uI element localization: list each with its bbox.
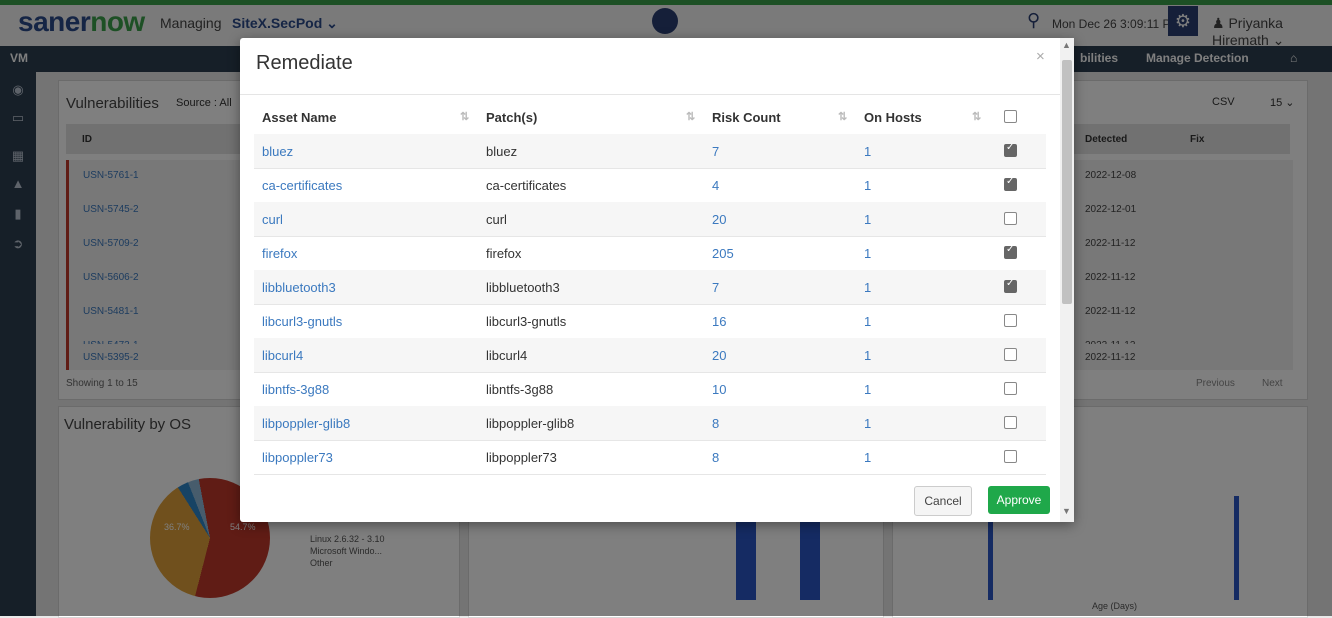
row-checkbox[interactable] bbox=[1004, 176, 1017, 191]
risk-count-link[interactable]: 20 bbox=[712, 212, 726, 227]
close-icon[interactable]: × bbox=[1036, 48, 1045, 65]
modal-divider bbox=[240, 94, 1074, 95]
on-hosts-link[interactable]: 1 bbox=[864, 314, 871, 329]
risk-count-link[interactable]: 4 bbox=[712, 178, 719, 193]
scroll-down-arrow[interactable]: ▼ bbox=[1062, 506, 1071, 516]
sort-icon[interactable]: ⇅ bbox=[460, 110, 469, 123]
risk-count-link[interactable]: 20 bbox=[712, 348, 726, 363]
table-row[interactable]: firefox firefox 205 1 bbox=[254, 236, 1046, 271]
patch-name: bluez bbox=[486, 144, 518, 159]
patch-name: libpoppler73 bbox=[486, 450, 557, 465]
table-row[interactable]: libcurl4 libcurl4 20 1 bbox=[254, 338, 1046, 373]
asset-name-link[interactable]: ca-certificates bbox=[262, 178, 342, 193]
on-hosts-link[interactable]: 1 bbox=[864, 178, 871, 193]
sort-icon[interactable]: ⇅ bbox=[838, 110, 847, 123]
col-patches[interactable]: Patch(s) bbox=[486, 110, 537, 125]
risk-count-link[interactable]: 8 bbox=[712, 450, 719, 465]
modal-title: Remediate bbox=[256, 52, 353, 74]
row-checkbox[interactable] bbox=[1004, 278, 1017, 293]
on-hosts-link[interactable]: 1 bbox=[864, 144, 871, 159]
asset-name-link[interactable]: bluez bbox=[262, 144, 293, 159]
table-row[interactable]: libntfs-3g88 libntfs-3g88 10 1 bbox=[254, 372, 1046, 407]
on-hosts-link[interactable]: 1 bbox=[864, 416, 871, 431]
patch-name: ca-certificates bbox=[486, 178, 567, 193]
asset-name-link[interactable]: curl bbox=[262, 212, 283, 227]
col-on-hosts[interactable]: On Hosts bbox=[864, 110, 922, 125]
risk-count-link[interactable]: 7 bbox=[712, 144, 719, 159]
asset-name-link[interactable]: libpoppler-glib8 bbox=[262, 416, 350, 431]
asset-name-link[interactable]: libcurl4 bbox=[262, 348, 303, 363]
row-checkbox[interactable] bbox=[1004, 416, 1017, 429]
asset-name-link[interactable]: libcurl3-gnutls bbox=[262, 314, 342, 329]
risk-count-link[interactable]: 16 bbox=[712, 314, 726, 329]
on-hosts-link[interactable]: 1 bbox=[864, 280, 871, 295]
table-row[interactable]: curl curl 20 1 bbox=[254, 202, 1046, 237]
risk-count-link[interactable]: 8 bbox=[712, 416, 719, 431]
patch-name: libpoppler-glib8 bbox=[486, 416, 575, 431]
risk-count-link[interactable]: 205 bbox=[712, 246, 734, 261]
table-row[interactable]: libpoppler73 libpoppler73 8 1 bbox=[254, 440, 1046, 475]
on-hosts-link[interactable]: 1 bbox=[864, 212, 871, 227]
col-asset-name[interactable]: Asset Name bbox=[262, 110, 336, 125]
sort-icon[interactable]: ⇅ bbox=[686, 110, 695, 123]
asset-name-link[interactable]: libntfs-3g88 bbox=[262, 382, 329, 397]
scrollbar-thumb[interactable] bbox=[1062, 60, 1072, 304]
patch-name: libntfs-3g88 bbox=[486, 382, 554, 397]
remediate-modal: Remediate × Asset Name ⇅ Patch(s) ⇅ Risk… bbox=[240, 38, 1074, 522]
sort-icon[interactable]: ⇅ bbox=[972, 110, 981, 123]
approve-button[interactable]: Approve bbox=[988, 486, 1050, 514]
table-header-row: Asset Name ⇅ Patch(s) ⇅ Risk Count ⇅ On … bbox=[254, 100, 1046, 135]
table-row[interactable]: libpoppler-glib8 libpoppler-glib8 8 1 bbox=[254, 406, 1046, 441]
row-checkbox[interactable] bbox=[1004, 244, 1017, 259]
on-hosts-link[interactable]: 1 bbox=[864, 450, 871, 465]
row-checkbox[interactable] bbox=[1004, 450, 1017, 463]
row-checkbox[interactable] bbox=[1004, 314, 1017, 327]
table-row[interactable]: bluez bluez 7 1 bbox=[254, 134, 1046, 169]
patch-name: libbluetooth3 bbox=[486, 280, 560, 295]
on-hosts-link[interactable]: 1 bbox=[864, 382, 871, 397]
col-risk-count[interactable]: Risk Count bbox=[712, 110, 781, 125]
row-checkbox[interactable] bbox=[1004, 212, 1017, 225]
row-checkbox[interactable] bbox=[1004, 142, 1017, 157]
scroll-up-arrow[interactable]: ▲ bbox=[1062, 40, 1071, 50]
risk-count-link[interactable]: 7 bbox=[712, 280, 719, 295]
table-row[interactable]: ca-certificates ca-certificates 4 1 bbox=[254, 168, 1046, 203]
patch-name: curl bbox=[486, 212, 507, 227]
risk-count-link[interactable]: 10 bbox=[712, 382, 726, 397]
row-checkbox[interactable] bbox=[1004, 382, 1017, 395]
cancel-button[interactable]: Cancel bbox=[914, 486, 972, 516]
patch-name: firefox bbox=[486, 246, 522, 261]
on-hosts-link[interactable]: 1 bbox=[864, 348, 871, 363]
table-row[interactable]: libcurl3-gnutls libcurl3-gnutls 16 1 bbox=[254, 304, 1046, 339]
asset-name-link[interactable]: libbluetooth3 bbox=[262, 280, 336, 295]
on-hosts-link[interactable]: 1 bbox=[864, 246, 871, 261]
select-all-checkbox[interactable] bbox=[1004, 110, 1017, 123]
asset-name-link[interactable]: libpoppler73 bbox=[262, 450, 333, 465]
row-checkbox[interactable] bbox=[1004, 348, 1017, 361]
table-row[interactable]: libbluetooth3 libbluetooth3 7 1 bbox=[254, 270, 1046, 305]
patch-name: libcurl4 bbox=[486, 348, 528, 363]
asset-name-link[interactable]: firefox bbox=[262, 246, 297, 261]
patch-name: libcurl3-gnutls bbox=[486, 314, 567, 329]
